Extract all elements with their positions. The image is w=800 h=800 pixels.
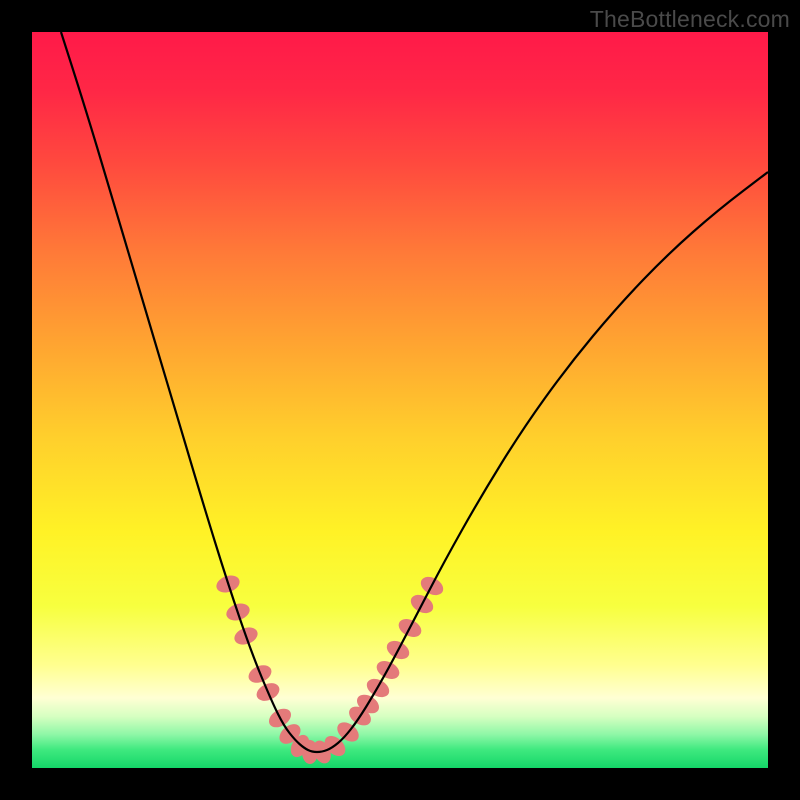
plot-area bbox=[32, 32, 768, 768]
watermark-text: TheBottleneck.com bbox=[590, 6, 790, 33]
curve-layer bbox=[32, 32, 768, 768]
marker-beads bbox=[214, 572, 446, 766]
chart-frame: TheBottleneck.com bbox=[0, 0, 800, 800]
bottleneck-curve bbox=[61, 32, 768, 752]
